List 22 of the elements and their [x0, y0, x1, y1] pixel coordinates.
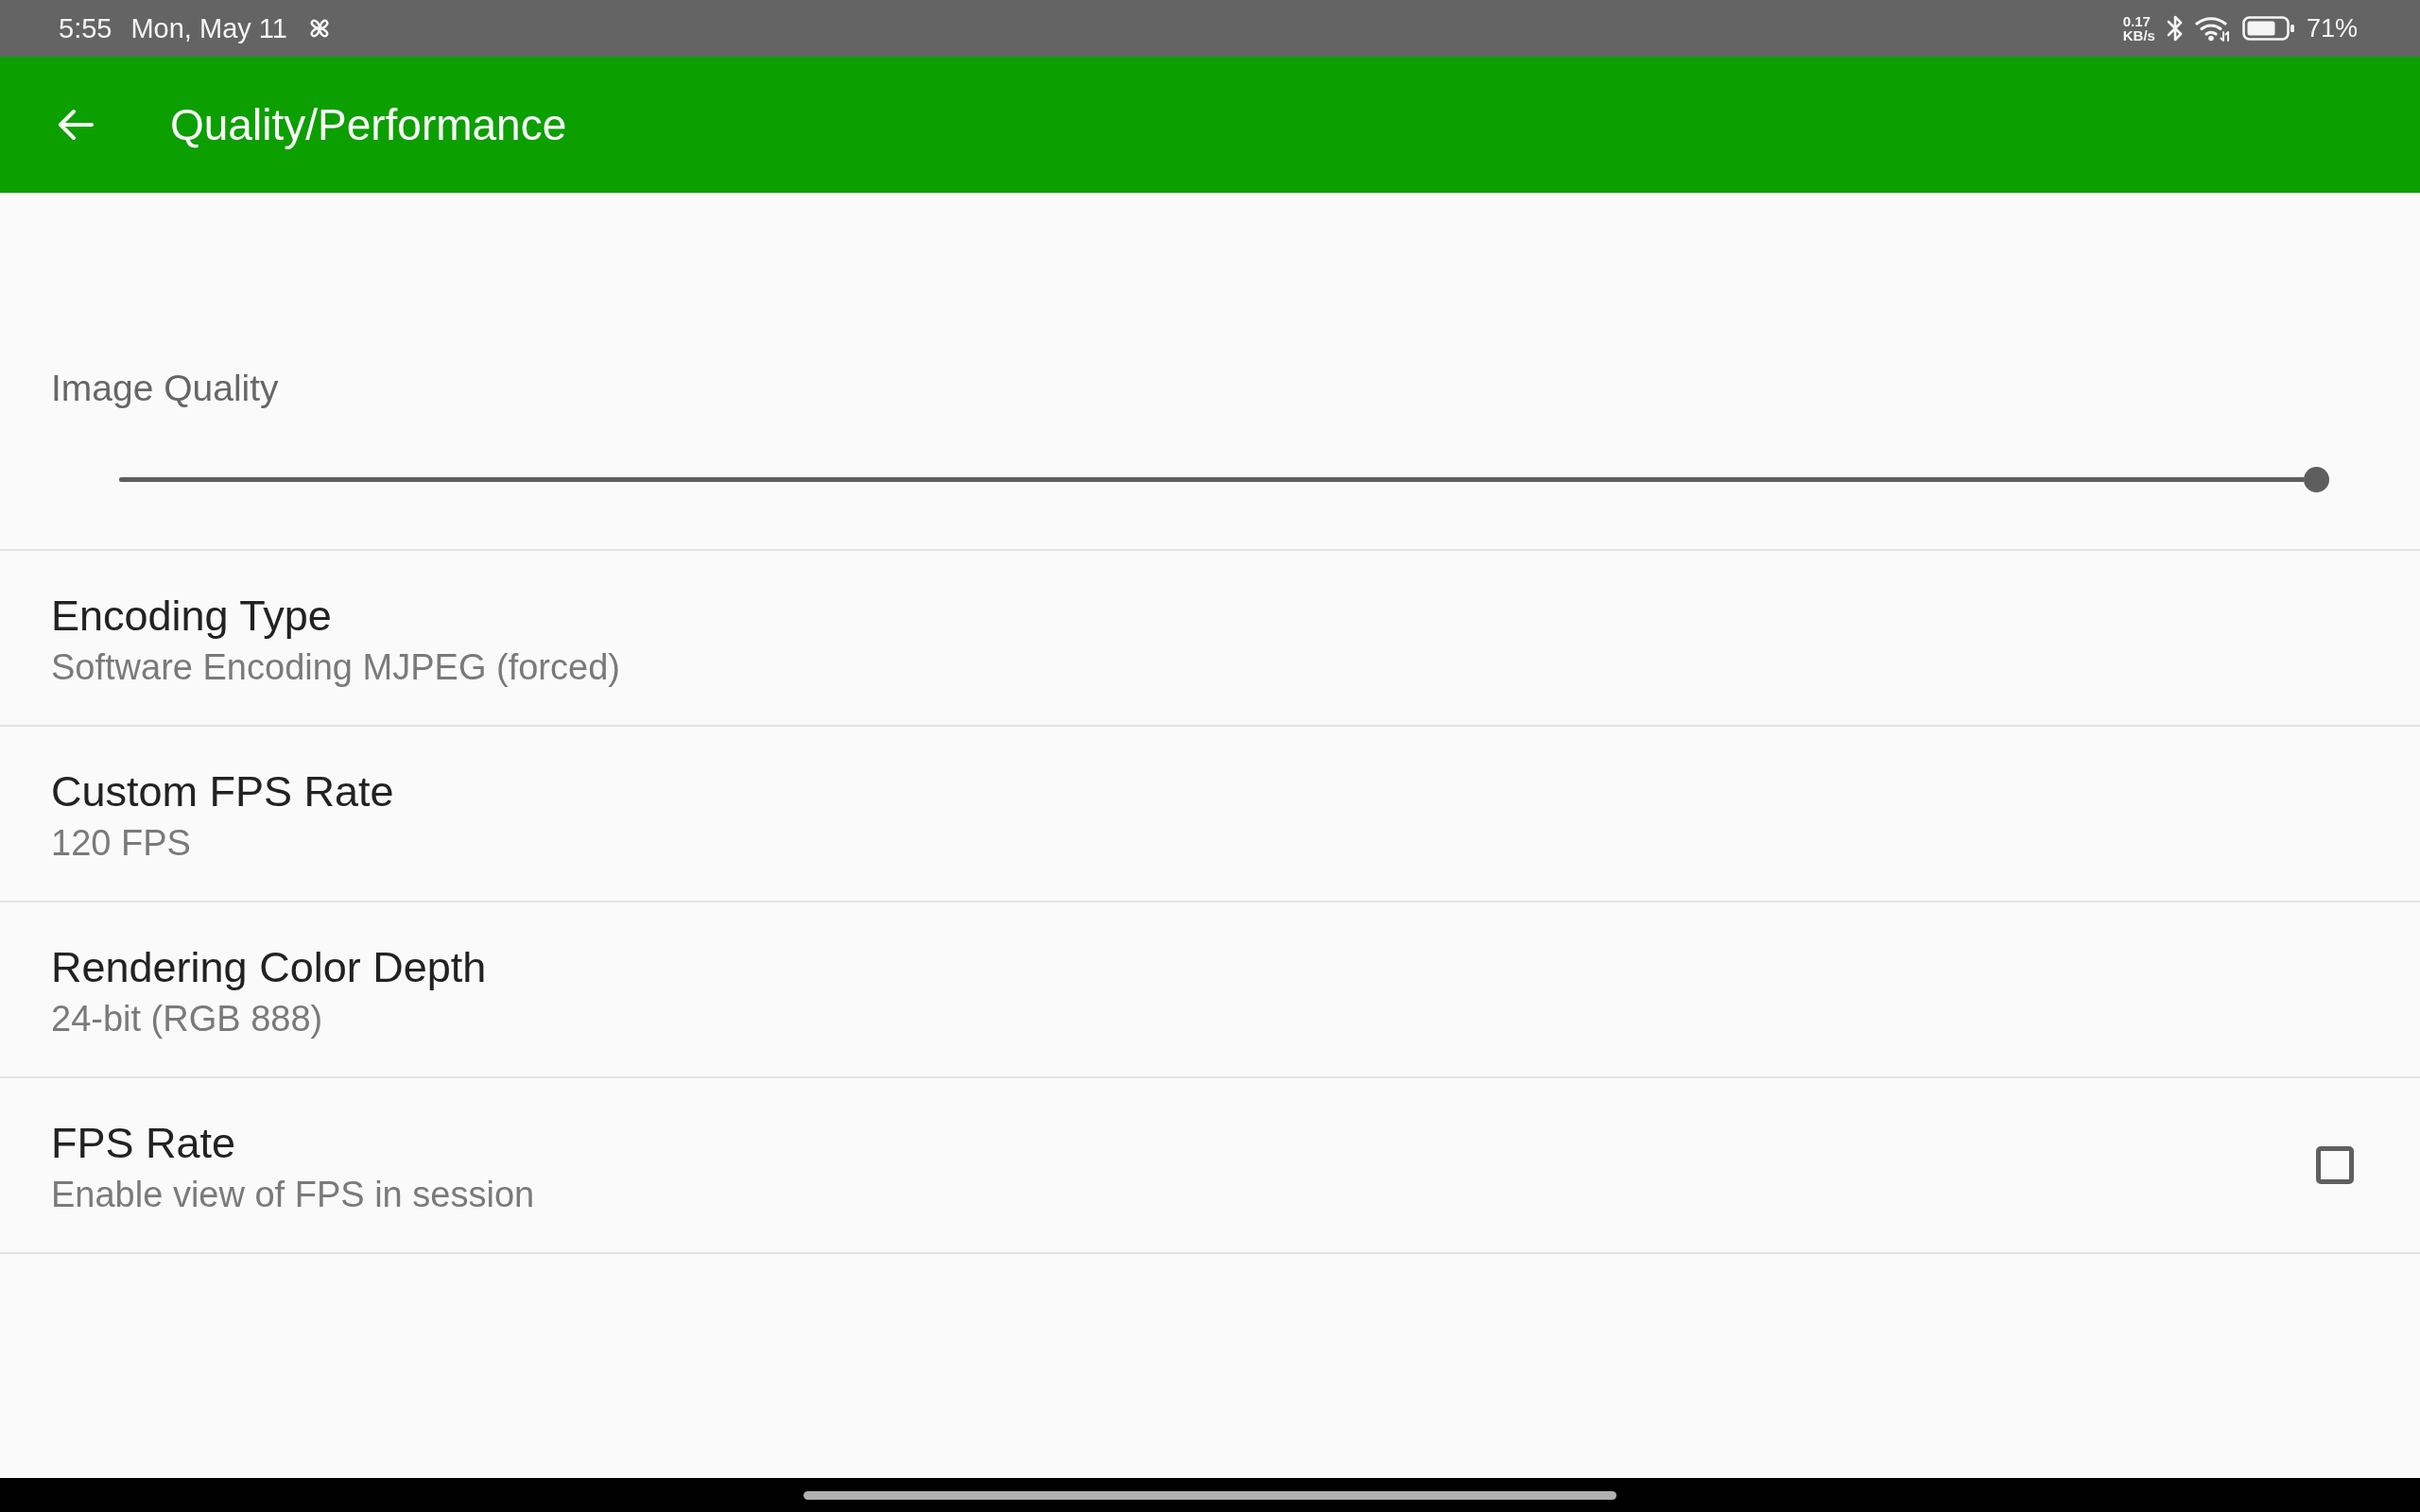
status-date: Mon, May 11: [130, 12, 287, 44]
setting-summary: 120 FPS: [51, 822, 191, 865]
net-speed-unit: KB/s: [2122, 28, 2155, 43]
setting-title[interactable]: Encoding Type: [51, 591, 332, 642]
checkbox[interactable]: [2316, 1146, 2354, 1184]
slider-thumb[interactable]: [2304, 466, 2329, 492]
setting-summary: 24-bit (RGB 888): [51, 998, 323, 1040]
bluetooth-icon: [2166, 14, 2184, 43]
wifi-icon: [2194, 15, 2231, 42]
setting-summary: Enable view of FPS in session: [51, 1174, 535, 1216]
setting-summary: Software Encoding MJPEG (forced): [51, 646, 620, 689]
slider-label: Image Quality: [51, 367, 279, 410]
screen-title: Quality/Performance: [170, 99, 567, 150]
setting-title[interactable]: Custom FPS Rate: [51, 766, 394, 817]
setting-title[interactable]: FPS Rate: [51, 1118, 236, 1169]
slider-track[interactable]: [119, 466, 2329, 492]
battery-percent: 71%: [2306, 13, 2358, 44]
net-speed-value: 0.17: [2122, 14, 2151, 28]
gesture-bar[interactable]: [804, 1490, 1616, 1500]
setting-title[interactable]: Rendering Color Depth: [51, 942, 487, 993]
battery-icon: [2241, 16, 2295, 41]
status-time: 5:55: [59, 12, 112, 44]
